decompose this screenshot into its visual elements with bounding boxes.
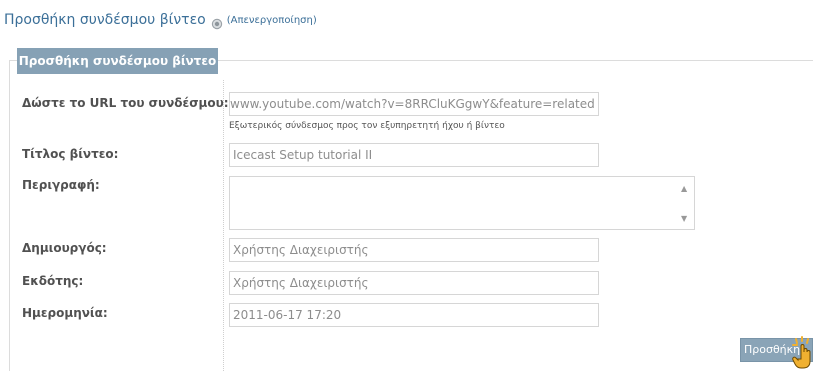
page-header: Προσθήκη συνδέσμου βίντεο (Απενεργοποίησ… [4,8,317,32]
scroll-up-arrow-icon[interactable]: ▲ [681,185,687,193]
url-label: Δώστε το URL του συνδέσμου: [22,96,229,110]
description-scrollbar[interactable]: ▲ ▼ [677,177,694,229]
date-label: Ημερομηνία: [22,306,108,320]
hand-cursor-icon [792,334,813,371]
description-textarea[interactable]: ▲ ▼ [229,176,695,230]
creator-label: Δημιουργός: [22,241,107,255]
label-divider [223,80,224,371]
url-input[interactable]: www.youtube.com/watch?v=8RRCluKGgwY&feat… [229,92,599,116]
video-link-page: Προσθήκη συνδέσμου βίντεο (Απενεργοποίησ… [0,0,813,371]
publisher-input[interactable]: Χρήστης Διαχειριστής [229,271,599,295]
scroll-down-arrow-icon[interactable]: ▼ [681,215,687,223]
disable-icon[interactable] [211,15,223,30]
url-help-text: Εξωτερικός σύνδεσμος προς τον εξυπηρετητ… [229,121,505,131]
page-title: Προσθήκη συνδέσμου βίντεο [4,12,206,28]
form-panel-title: Προσθήκη συνδέσμου βίντεο [17,48,218,74]
video-title-label: Τίτλος βίντεο: [22,147,119,161]
disable-toggle-link[interactable]: (Απενεργοποίηση) [227,15,317,26]
date-input[interactable]: 2011-06-17 17:20 [229,303,599,327]
creator-input[interactable]: Χρήστης Διαχειριστής [229,238,599,262]
publisher-label: Εκδότης: [22,274,84,288]
description-label: Περιγραφή: [22,178,100,192]
video-title-input[interactable]: Icecast Setup tutorial II [229,143,599,167]
